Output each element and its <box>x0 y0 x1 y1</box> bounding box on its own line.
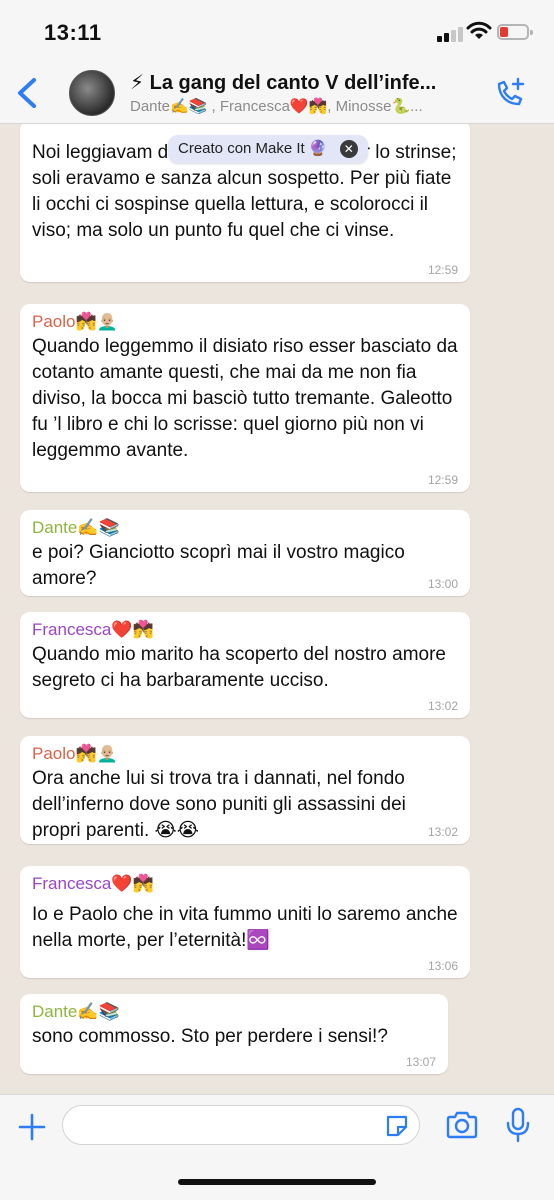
message-sender[interactable]: Paolo💏👨🏼‍🦲 <box>32 744 458 764</box>
message-sender[interactable]: Francesca❤️💏 <box>32 620 458 640</box>
plus-icon[interactable] <box>16 1111 48 1143</box>
group-members[interactable]: Dante✍️📚 , Francesca❤️💏, Minosse🐍... <box>130 97 470 115</box>
message-input[interactable] <box>62 1105 420 1145</box>
tooltip-label: Creato con Make It 🔮 <box>178 140 328 157</box>
message-text: Quando leggemmo il disiato riso esser ba… <box>32 336 458 461</box>
group-avatar[interactable] <box>69 70 115 116</box>
message-time: 13:02 <box>427 825 458 839</box>
message-sender[interactable]: Dante✍️📚 <box>32 518 458 538</box>
battery-icon <box>497 24 533 40</box>
close-icon[interactable]: ✕ <box>339 140 358 159</box>
wifi-icon <box>466 21 492 39</box>
message-bubble[interactable]: Paolo💏👨🏼‍🦲 Ora anche lui si trova tra i … <box>20 736 470 844</box>
message-text: e poi? Gianciotto scoprì mai il vostro m… <box>32 542 405 589</box>
message-bubble[interactable]: Francesca❤️💏 Quando mio marito ha scoper… <box>20 612 470 718</box>
message-sender[interactable]: Francesca❤️💏 <box>32 874 458 894</box>
sticker-icon[interactable] <box>384 1113 410 1139</box>
signal-icon <box>437 24 465 42</box>
message-text: Ora anche lui si trova tra i dannati, ne… <box>32 768 406 841</box>
clock: 13:11 <box>44 20 102 45</box>
status-bar: 13:11 <box>0 0 554 62</box>
message-time: 12:59 <box>427 473 458 487</box>
message-bubble[interactable]: Paolo💏👨🏼‍🦲 Quando leggemmo il disiato ri… <box>20 304 470 492</box>
microphone-icon[interactable] <box>505 1107 531 1143</box>
message-time: 12:59 <box>427 263 458 277</box>
message-bubble[interactable]: Dante✍️📚 sono commosso. Sto per perdere … <box>20 994 448 1074</box>
message-text: Quando mio marito ha scoperto del nostro… <box>32 644 446 691</box>
message-text: Io e Paolo che in vita fummo uniti lo sa… <box>32 904 458 951</box>
message-text: sono commosso. Sto per perdere i sensi!? <box>32 1026 388 1047</box>
input-bar <box>0 1094 554 1200</box>
message-time: 13:07 <box>405 1055 436 1069</box>
message-time: 13:02 <box>427 699 458 713</box>
message-sender[interactable]: Dante✍️📚 <box>32 1002 436 1022</box>
message-bubble[interactable]: Francesca❤️💏 Io e Paolo che in vita fumm… <box>20 866 470 978</box>
make-it-tooltip[interactable]: Creato con Make It 🔮 ✕ <box>168 135 368 163</box>
chat-area[interactable]: Noi leggiavam di Lancialotto come amor l… <box>0 124 554 1094</box>
camera-icon[interactable] <box>445 1109 479 1141</box>
message-sender[interactable]: Paolo💏👨🏼‍🦲 <box>32 312 458 332</box>
message-time: 13:00 <box>427 577 458 591</box>
group-title[interactable]: ⚡ La gang del canto V dell’infe... <box>130 70 470 95</box>
chat-header: ⚡ La gang del canto V dell’infe... Dante… <box>0 62 554 124</box>
add-call-icon[interactable] <box>493 76 527 110</box>
home-indicator[interactable] <box>178 1179 376 1185</box>
back-arrow-icon[interactable] <box>12 76 42 110</box>
message-bubble[interactable]: Dante✍️📚 e poi? Gianciotto scoprì mai il… <box>20 510 470 596</box>
message-time: 13:06 <box>427 959 458 973</box>
